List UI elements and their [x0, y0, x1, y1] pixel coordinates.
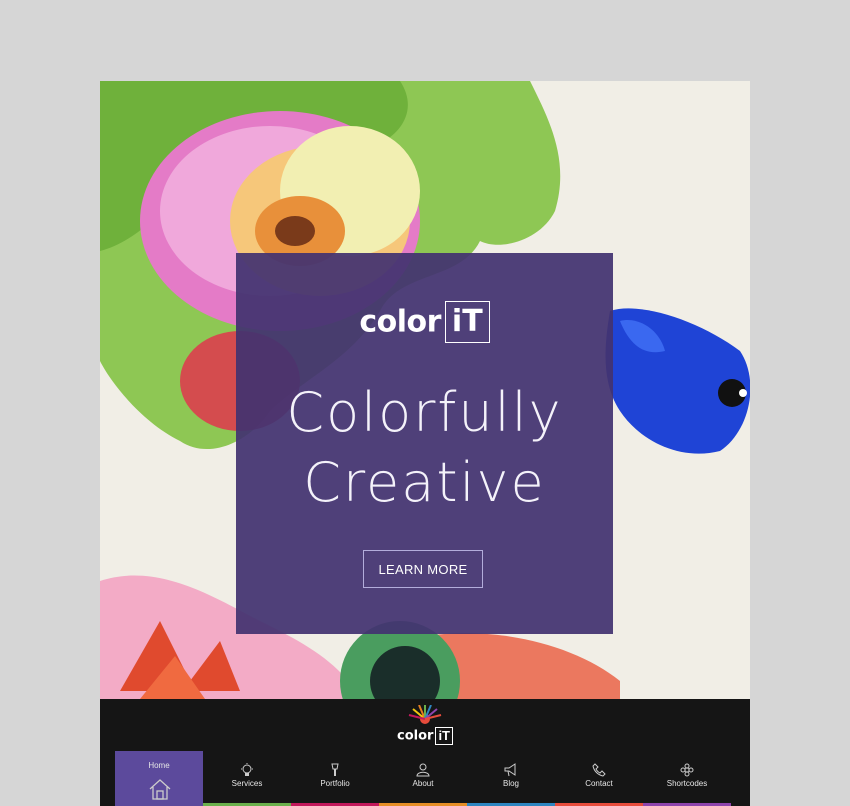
flower-icon — [680, 763, 694, 777]
hero-section: color iT Colorfully Creative LEARN MORE — [100, 81, 750, 699]
learn-more-button[interactable]: LEARN MORE — [363, 550, 483, 588]
hero-logo-word: color — [359, 304, 441, 340]
nav-item-about[interactable]: About — [379, 751, 467, 806]
megaphone-icon — [504, 763, 516, 777]
hero-overlay-card: color iT Colorfully Creative LEARN MORE — [236, 253, 613, 634]
page-frame: color iT Colorfully Creative LEARN MORE c… — [100, 81, 750, 806]
nav-item-blog-label: Blog — [502, 779, 519, 788]
nav-item-portfolio-label: Portfolio — [320, 779, 350, 788]
nav-item-shortcodes-label: Shortcodes — [666, 779, 708, 788]
person-icon — [416, 763, 430, 777]
hero-headline-line1: Colorfully — [286, 381, 563, 444]
nav-item-home-label: Home — [148, 761, 170, 770]
hero-logo: color iT — [236, 301, 613, 343]
nav-item-blog[interactable]: Blog — [467, 751, 555, 806]
nav-item-contact[interactable]: Contact — [555, 751, 643, 806]
main-navigation: color iT Home Services Portfolio About B… — [100, 699, 750, 806]
nav-logo[interactable]: color iT — [100, 705, 750, 745]
brush-icon — [331, 763, 339, 776]
nav-item-shortcodes[interactable]: Shortcodes — [643, 751, 731, 806]
paint-splash-icon — [408, 705, 442, 724]
nav-logo-box: iT — [435, 727, 453, 745]
home-icon — [149, 779, 171, 800]
nav-item-home[interactable]: Home — [115, 751, 203, 806]
nav-item-services[interactable]: Services — [203, 751, 291, 806]
hero-headline-line2: Creative — [303, 451, 546, 514]
lightbulb-icon — [241, 763, 253, 776]
nav-item-contact-label: Contact — [585, 779, 613, 788]
nav-item-about-label: About — [412, 779, 434, 788]
hero-headline: Colorfully Creative — [236, 378, 613, 518]
nav-item-portfolio[interactable]: Portfolio — [291, 751, 379, 806]
nav-item-services-label: Services — [231, 779, 263, 788]
phone-icon — [592, 763, 606, 777]
nav-logo-word: color — [397, 728, 434, 744]
hero-logo-box: iT — [444, 301, 490, 343]
